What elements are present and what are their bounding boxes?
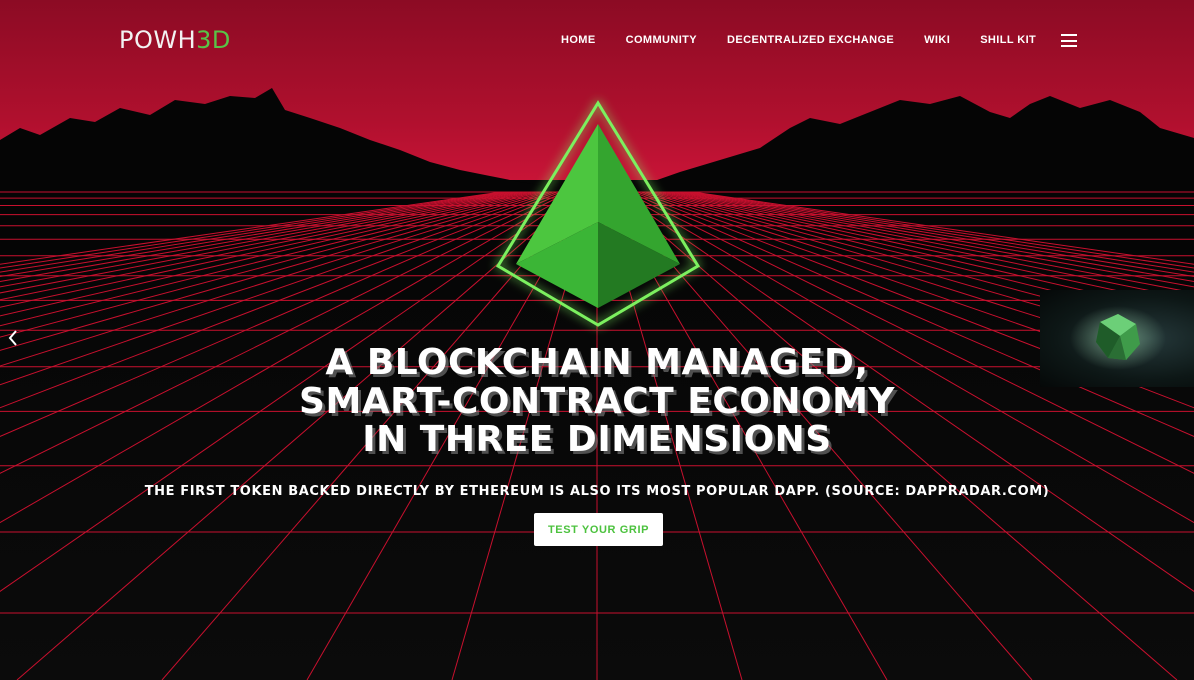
logo-main: POWH [119,26,197,54]
main-nav: HOME COMMUNITY DECENTRALIZED EXCHANGE WI… [561,34,1066,47]
headline-line-1: A BLOCKCHAIN MANAGED, [325,342,869,383]
nav-home[interactable]: HOME [561,34,596,47]
headline-line-3: IN THREE DIMENSIONS [362,419,832,460]
nav-community[interactable]: COMMUNITY [626,34,697,47]
nav-decentralized-exchange[interactable]: DECENTRALIZED EXCHANGE [727,34,894,47]
hero-section: POWH3D HOME COMMUNITY DECENTRALIZED EXCH… [0,0,1194,680]
next-slide-thumbnail[interactable] [1040,290,1194,387]
hamburger-menu-icon[interactable] [1061,34,1077,47]
headline-line-2: SMART-CONTRACT ECONOMY [299,380,895,422]
green-gem-icon [1070,306,1166,370]
hero-subline: THE FIRST TOKEN BACKED DIRECTLY BY ETHER… [144,484,1050,499]
logo-accent: 3D [196,26,231,54]
hero-headline: A BLOCKCHAIN MANAGED, SMART-CONTRACT ECO… [0,342,1194,460]
hero-background [0,0,1194,680]
test-your-grip-button[interactable]: TEST YOUR GRIP [534,513,663,546]
nav-wiki[interactable]: WIKI [924,34,950,47]
nav-shill-kit[interactable]: SHILL KIT [980,34,1036,47]
site-logo[interactable]: POWH3D [119,26,231,54]
